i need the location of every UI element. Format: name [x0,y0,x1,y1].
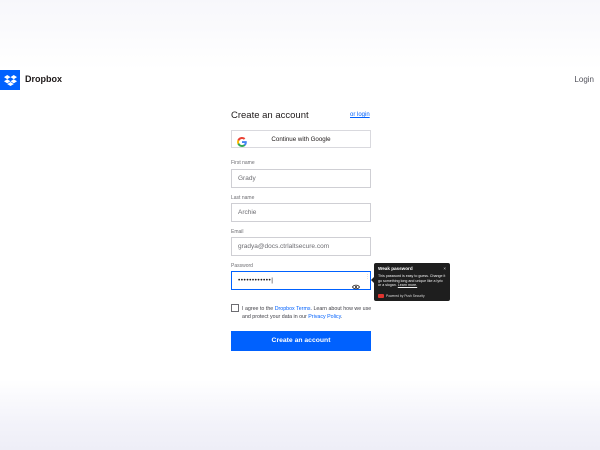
password-field[interactable]: ••••••••••••| [231,271,371,290]
google-button-label: Continue with Google [271,136,331,143]
brand-name[interactable]: Dropbox [25,74,62,84]
tooltip-title: Weak password [378,266,413,271]
tooltip-footer: Powered by Push Security [378,294,425,298]
email-label: Email [231,229,244,235]
dropbox-terms-link[interactable]: Dropbox Terms [275,306,311,312]
top-bar [0,70,600,90]
tooltip-learn-more-link[interactable]: Learn more. [398,283,417,287]
first-name-field[interactable]: Grady [231,169,371,188]
password-label: Password [231,263,253,269]
continue-with-google-button[interactable]: Continue with Google [231,130,371,148]
last-name-label: Last name [231,195,255,201]
dropbox-logo-icon[interactable] [0,70,20,90]
eye-icon[interactable] [352,277,360,295]
first-name-label: First name [231,160,255,166]
tooltip-close-icon[interactable]: × [443,266,446,271]
login-link[interactable]: Login [574,75,594,84]
terms-suffix: . [340,314,343,320]
push-security-badge-icon [378,294,384,298]
background-top [0,0,600,70]
or-login-link[interactable]: or login [350,112,370,118]
tooltip-arrow [371,277,374,283]
background-bottom [0,380,600,450]
create-account-button[interactable]: Create an account [231,331,371,351]
terms-prefix: I agree to the [242,306,275,312]
last-name-field[interactable]: Archie [231,203,371,222]
email-field[interactable]: gradya@docs.ctrlaltsecure.com [231,237,371,256]
terms-checkbox[interactable] [231,304,239,312]
kebab-menu-icon[interactable]: ⋮ [365,275,370,280]
terms-text: I agree to the Dropbox Terms. Learn abou… [242,305,372,321]
privacy-policy-link[interactable]: Privacy Policy [308,314,341,320]
weak-password-tooltip: Weak password × This password is easy to… [371,263,450,301]
page-title: Create an account [231,110,309,121]
tooltip-footer-text: Powered by Push Security [386,294,425,298]
tooltip-body: This password is easy to guess. Change i… [378,274,446,288]
